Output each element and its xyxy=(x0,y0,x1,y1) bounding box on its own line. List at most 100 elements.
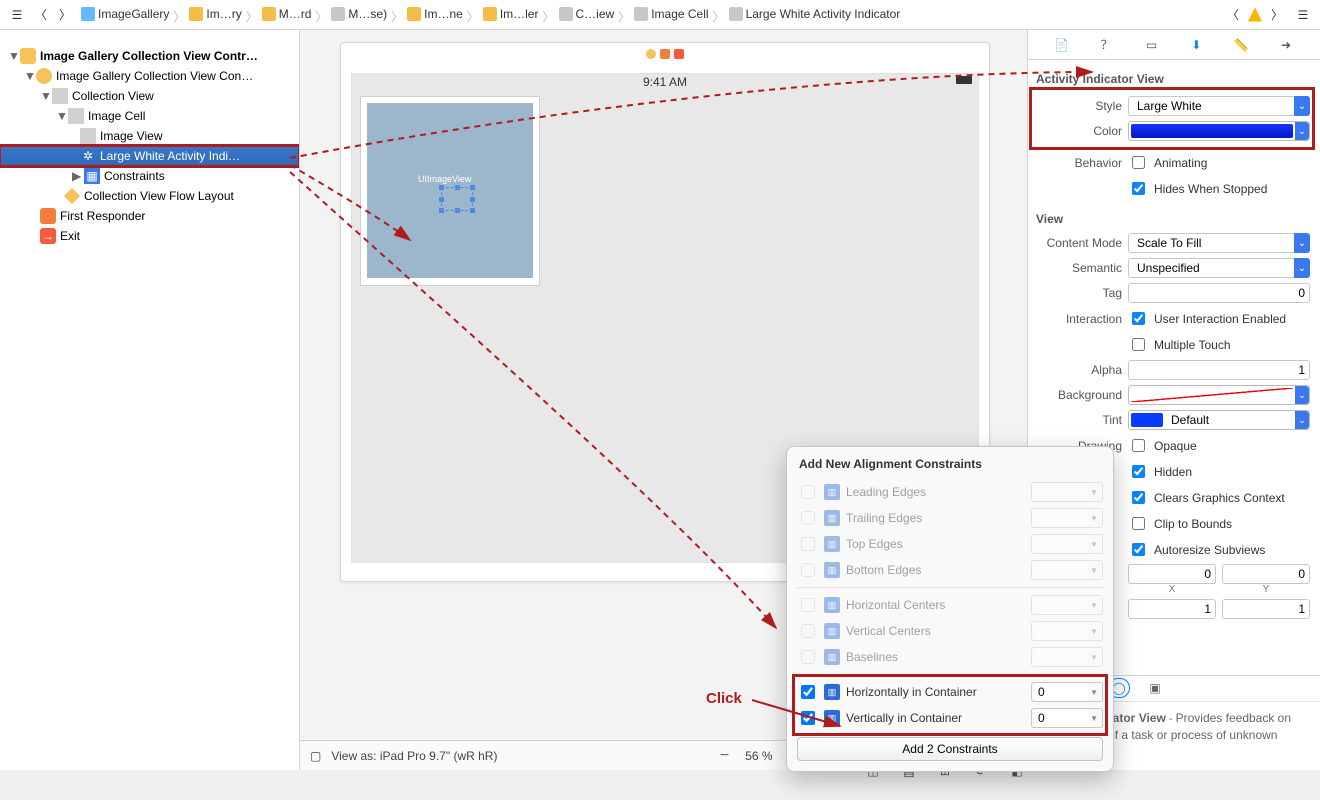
align-value-field xyxy=(1034,483,1088,501)
attributes-inspector-tab[interactable]: ⬇ xyxy=(1185,35,1207,55)
connections-inspector-tab[interactable]: ➜ xyxy=(1275,35,1297,55)
align-value-field[interactable] xyxy=(1034,709,1088,727)
nav-back-button[interactable]: 〈 xyxy=(30,4,52,26)
semantic-select[interactable]: Unspecified xyxy=(1128,258,1310,278)
annotation-click-label: Click xyxy=(706,690,742,707)
breadcrumb-item[interactable]: Large White Activity Indicator xyxy=(726,5,904,23)
exit-icon: → xyxy=(40,228,56,244)
opaque-checkbox[interactable] xyxy=(1132,439,1145,452)
h-field[interactable] xyxy=(1222,599,1310,619)
align-option-row: ▥Leading Edges▼ xyxy=(797,479,1103,505)
y-field[interactable] xyxy=(1222,564,1310,584)
nav-next-issue[interactable]: 〉 xyxy=(1266,4,1288,26)
align-icon: ▥ xyxy=(824,597,840,613)
nav-prev-issue[interactable]: 〈 xyxy=(1222,4,1244,26)
prototype-cell[interactable]: UIImageView xyxy=(360,96,540,286)
user-interaction-checkbox[interactable] xyxy=(1132,312,1145,325)
align-icon: ▥ xyxy=(824,710,840,726)
multiple-touch-checkbox[interactable] xyxy=(1132,338,1145,351)
constraints-icon: ▦ xyxy=(84,168,100,184)
style-select[interactable]: Large White xyxy=(1128,96,1310,116)
align-popover: Add New Alignment Constraints ▥Leading E… xyxy=(786,446,1114,772)
align-option-row: ▥Top Edges▼ xyxy=(797,531,1103,557)
tree-item[interactable]: Image Cell xyxy=(88,109,145,123)
w-field[interactable] xyxy=(1128,599,1216,619)
breadcrumb-item[interactable]: M…rd xyxy=(259,5,315,23)
align-checkbox xyxy=(801,537,815,551)
clears-graphics-checkbox[interactable] xyxy=(1132,491,1145,504)
autoresize-checkbox[interactable] xyxy=(1132,543,1145,556)
inspector-tabs: 📄 ？ ▭ ⬇ 📏 ➜ xyxy=(1028,30,1320,60)
background-color-well[interactable]: ⌄ xyxy=(1128,385,1310,405)
scene-root[interactable]: Image Gallery Collection View Contr… xyxy=(40,49,258,63)
assistant-menu-icon[interactable]: ☰ xyxy=(1292,4,1314,26)
align-value-field[interactable] xyxy=(1034,683,1088,701)
nav-forward-button[interactable]: 〉 xyxy=(54,4,76,26)
breadcrumb-item[interactable]: ImageGallery xyxy=(78,5,172,23)
warning-icon[interactable] xyxy=(1248,8,1262,22)
media-library-tab[interactable]: ▣ xyxy=(1144,678,1166,698)
breadcrumb-item[interactable]: Im…ler xyxy=(480,5,542,23)
align-checkbox xyxy=(801,598,815,612)
align-option-row[interactable]: ▥Horizontally in Container▼ xyxy=(797,679,1103,705)
path-bar: ☰ 〈 〉 ImageGallery〉Im…ry〉M…rd〉M…se)〉Im…n… xyxy=(0,0,1320,30)
document-outline: ▼Image Gallery Collection View Contr… ▼I… xyxy=(0,30,300,770)
align-value-field xyxy=(1034,648,1088,666)
imageview-icon xyxy=(80,128,96,144)
color-well[interactable]: ⌄ xyxy=(1128,121,1310,141)
zoom-level[interactable]: 56 % xyxy=(745,749,772,763)
hides-when-stopped-checkbox[interactable] xyxy=(1132,182,1145,195)
tree-item[interactable]: Collection View Flow Layout xyxy=(84,189,234,203)
breadcrumb-item[interactable]: M…se) xyxy=(328,5,390,23)
align-checkbox xyxy=(801,624,815,638)
align-checkbox xyxy=(801,511,815,525)
related-items-icon[interactable]: ☰ xyxy=(6,4,28,26)
identity-inspector-tab[interactable]: ▭ xyxy=(1141,35,1163,55)
tag-field[interactable] xyxy=(1128,283,1310,303)
tree-item[interactable]: Constraints xyxy=(104,169,165,183)
align-option-row: ▥Horizontal Centers▼ xyxy=(797,592,1103,618)
size-inspector-tab[interactable]: 📏 xyxy=(1230,35,1252,55)
device-status-bar: 9:41 AM xyxy=(352,74,978,90)
align-value-field xyxy=(1034,596,1088,614)
file-inspector-tab[interactable]: 📄 xyxy=(1051,35,1073,55)
align-checkbox[interactable] xyxy=(801,685,815,699)
collectionview-icon xyxy=(52,88,68,104)
align-option-row[interactable]: ▥Vertically in Container▼ xyxy=(797,705,1103,731)
align-option-row: ▥Bottom Edges▼ xyxy=(797,557,1103,583)
hidden-checkbox[interactable] xyxy=(1132,465,1145,478)
breadcrumb-item[interactable]: Image Cell xyxy=(631,5,711,23)
viewcontroller-icon xyxy=(36,68,52,84)
selection-label: UIImageView xyxy=(418,174,471,184)
toggle-outline-button[interactable]: ▢ xyxy=(310,749,321,763)
x-field[interactable] xyxy=(1128,564,1216,584)
battery-icon xyxy=(956,76,972,84)
animating-checkbox[interactable] xyxy=(1132,156,1145,169)
cell-icon xyxy=(68,108,84,124)
align-icon: ▥ xyxy=(824,536,840,552)
breadcrumb-item[interactable]: Im…ne xyxy=(404,5,466,23)
breadcrumb-item[interactable]: C…iew xyxy=(556,5,618,23)
tint-color-well[interactable]: Default⌄ xyxy=(1128,410,1310,430)
view-as-label[interactable]: View as: iPad Pro 9.7" (wR hR) xyxy=(331,749,497,763)
content-mode-select[interactable]: Scale To Fill xyxy=(1128,233,1310,253)
breadcrumb-item[interactable]: Im…ry xyxy=(186,5,244,23)
scene-icon xyxy=(20,48,36,64)
alpha-field[interactable] xyxy=(1128,360,1310,380)
tree-item[interactable]: Image View xyxy=(100,129,162,143)
tree-item[interactable]: Exit xyxy=(60,229,80,243)
clip-to-bounds-checkbox[interactable] xyxy=(1132,517,1145,530)
tree-item-selected[interactable]: ✲Large White Activity Indi… xyxy=(0,146,299,166)
align-checkbox[interactable] xyxy=(801,711,815,725)
tree-item[interactable]: Collection View xyxy=(72,89,154,103)
add-constraints-button[interactable]: Add 2 Constraints xyxy=(797,737,1103,761)
tree-item[interactable]: Image Gallery Collection View Con… xyxy=(56,69,253,83)
align-icon: ▥ xyxy=(824,623,840,639)
image-view[interactable]: UIImageView xyxy=(367,103,533,278)
help-inspector-tab[interactable]: ？ xyxy=(1096,35,1118,55)
tree-item[interactable]: First Responder xyxy=(60,209,145,223)
scene-header xyxy=(341,43,989,65)
zoom-out-button[interactable]: − xyxy=(714,747,735,765)
scene-dot-icon xyxy=(674,49,684,59)
activity-indicator-selection[interactable]: UIImageView xyxy=(441,187,473,211)
